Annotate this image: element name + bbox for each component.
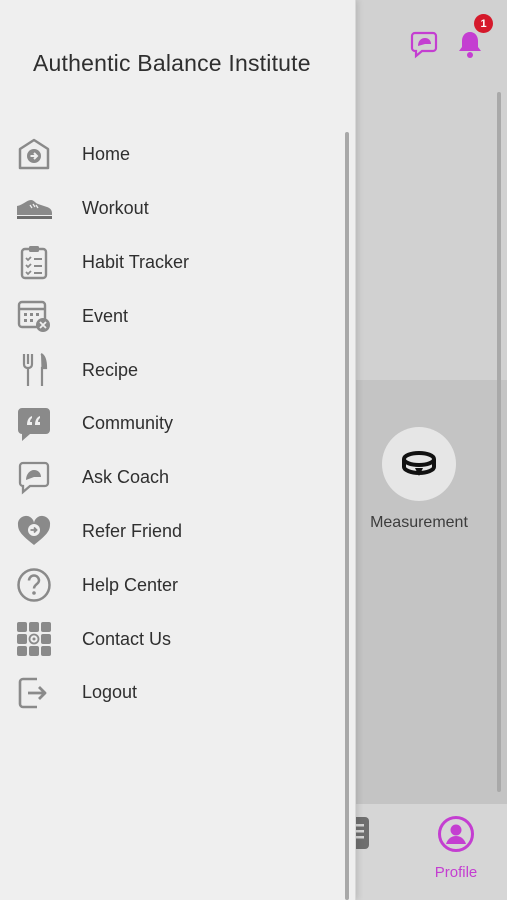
coach-chat-icon [15, 459, 53, 497]
notification-badge: 1 [474, 14, 493, 33]
menu-label: Habit Tracker [82, 251, 190, 272]
measurement-label: Measurement [370, 514, 468, 531]
clipboard-checklist-icon [15, 243, 53, 281]
menu-item-logout[interactable]: Logout [0, 666, 340, 720]
profile-icon [438, 816, 474, 852]
contact-grid-icon [15, 620, 53, 658]
coach-chat-button[interactable] [406, 26, 442, 62]
menu-label: Community [82, 413, 174, 434]
drawer-title: Authentic Balance Institute [33, 50, 311, 76]
measurement-button[interactable] [382, 427, 456, 501]
background-scrollbar[interactable] [497, 92, 501, 792]
calendar-icon [15, 297, 53, 335]
fork-knife-icon [15, 351, 53, 389]
menu-item-refer-friend[interactable]: Refer Friend [0, 505, 340, 559]
menu-item-help-center[interactable]: Help Center [0, 558, 340, 612]
coach-chat-icon [410, 31, 438, 59]
menu-item-event[interactable]: Event [0, 289, 340, 343]
menu-label: Workout [82, 198, 149, 219]
menu-label: Recipe [82, 359, 139, 380]
nav-profile-label: Profile [434, 864, 478, 881]
menu-label: Help Center [82, 574, 179, 595]
menu-label: Refer Friend [82, 520, 183, 541]
question-circle-icon [15, 566, 53, 604]
menu-item-workout[interactable]: Workout [0, 182, 340, 236]
nav-profile-button[interactable] [436, 814, 476, 854]
drawer-menu: Home Workout Habit Tracker Event Recipe … [0, 128, 340, 720]
quote-bubble-icon [15, 405, 53, 443]
menu-label: Ask Coach [82, 467, 170, 488]
heart-arrow-icon [15, 512, 53, 550]
menu-item-ask-coach[interactable]: Ask Coach [0, 451, 340, 505]
menu-item-habit-tracker[interactable]: Habit Tracker [0, 236, 340, 290]
drawer-scrollbar[interactable] [345, 132, 349, 900]
menu-label: Home [82, 144, 131, 165]
sneaker-icon [15, 190, 53, 228]
menu-label: Logout [82, 682, 138, 703]
home-icon [15, 136, 53, 174]
navigation-drawer: Authentic Balance Institute Home Workout… [0, 0, 356, 900]
menu-label: Contact Us [82, 628, 172, 649]
measuring-tape-icon [402, 451, 436, 476]
logout-icon [15, 674, 53, 712]
menu-item-recipe[interactable]: Recipe [0, 343, 340, 397]
menu-item-community[interactable]: Community [0, 397, 340, 451]
menu-item-contact-us[interactable]: Contact Us [0, 612, 340, 666]
menu-item-home[interactable]: Home [0, 128, 340, 182]
bell-icon [459, 32, 481, 58]
menu-label: Event [82, 305, 129, 326]
